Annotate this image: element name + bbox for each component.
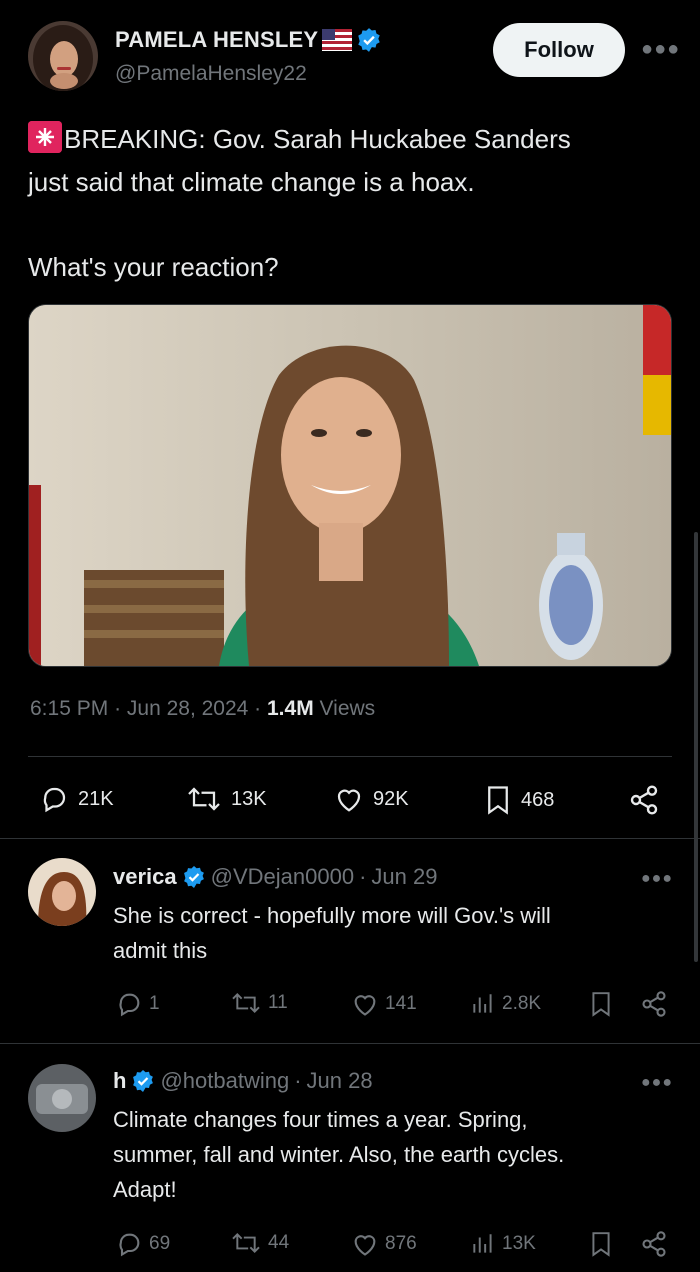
siren-icon [28, 121, 62, 153]
author-avatar[interactable] [28, 21, 98, 91]
like-icon [351, 1230, 379, 1258]
reply-author-name[interactable]: h [113, 1068, 126, 1094]
reply-text-line-2: admit this [113, 938, 208, 963]
reply-icon [115, 1230, 143, 1258]
like-count: 92K [373, 787, 409, 810]
like-button[interactable]: 141 [351, 990, 417, 1018]
tweet-time[interactable]: 6:15 PM [30, 697, 108, 720]
divider [0, 1043, 700, 1044]
views-button[interactable]: 2.8K [470, 990, 541, 1018]
more-icon[interactable]: ●●● [641, 870, 673, 888]
reply-header: verica @VDejan0000 · Jun 29 [113, 864, 438, 890]
reply-button[interactable]: 1 [115, 990, 160, 1018]
like-icon [351, 990, 379, 1018]
divider [28, 756, 672, 757]
reply-header: h @hotbatwing · Jun 28 [113, 1068, 373, 1094]
bookmark-count: 468 [521, 788, 555, 811]
bookmark-button[interactable] [588, 1230, 614, 1258]
views-button[interactable]: 13K [470, 1230, 536, 1258]
reply-icon [115, 990, 143, 1018]
follow-button[interactable]: Follow [493, 23, 625, 77]
reply-icon [38, 784, 70, 814]
views-count: 13K [502, 1233, 536, 1254]
reply-author-handle[interactable]: @hotbatwing [160, 1068, 289, 1094]
share-icon [627, 784, 661, 816]
verified-badge-icon [131, 1069, 155, 1093]
bookmark-icon [483, 784, 513, 816]
tweet-text-line-3: What's your reaction? [28, 252, 279, 282]
author-name-row: PAMELA HENSLEY [115, 27, 382, 53]
reply-text: She is correct - hopefully more will Gov… [113, 898, 673, 968]
reply-date[interactable]: Jun 29 [371, 864, 437, 890]
share-button[interactable] [640, 1230, 668, 1258]
like-icon [333, 784, 365, 814]
reply-avatar[interactable] [28, 858, 96, 926]
reply-count: 1 [149, 993, 160, 1014]
repost-count: 11 [268, 992, 288, 1013]
share-icon [640, 1230, 668, 1258]
views-icon [470, 990, 496, 1018]
views-icon [470, 1230, 496, 1258]
share-button[interactable] [640, 990, 668, 1018]
verified-badge-icon [356, 27, 382, 53]
repost-icon [230, 1230, 262, 1256]
reply-text-line-1: Climate changes four times a year. Sprin… [113, 1107, 528, 1132]
bookmark-icon [588, 1230, 614, 1258]
reply-button[interactable]: 69 [115, 1230, 170, 1258]
repost-count: 13K [231, 787, 267, 810]
reply-author-name[interactable]: verica [113, 864, 177, 890]
tweet-text-line-2: just said that climate change is a hoax. [28, 167, 475, 197]
more-icon[interactable]: ●●● [641, 1074, 673, 1092]
repost-icon [230, 990, 262, 1016]
tweet-text-line-1: BREAKING: Gov. Sarah Huckabee Sanders [28, 118, 668, 161]
like-count: 876 [385, 1233, 417, 1254]
reply-text: Climate changes four times a year. Sprin… [113, 1102, 683, 1207]
repost-count: 44 [268, 1232, 290, 1253]
divider [0, 838, 700, 839]
views-count: 2.8K [502, 993, 542, 1014]
verified-badge-icon [182, 865, 206, 889]
like-button[interactable]: 876 [351, 1230, 417, 1258]
reply-count: 69 [149, 1233, 171, 1254]
like-button[interactable]: 92K [333, 784, 409, 814]
more-icon[interactable]: ●●● [641, 38, 680, 61]
like-count: 141 [385, 993, 417, 1014]
tweet-text: BREAKING: Gov. Sarah Huckabee Sanders ju… [28, 118, 668, 289]
tweet-text-line-1-content: BREAKING: Gov. Sarah Huckabee Sanders [64, 124, 571, 154]
reply-text-line-2: summer, fall and winter. Also, the earth… [113, 1142, 565, 1167]
views-count: 1.4M [267, 697, 314, 720]
reply-text-line-1: She is correct - hopefully more will Gov… [113, 903, 551, 928]
reply-button[interactable]: 21K [38, 784, 114, 814]
reply-author-handle[interactable]: @VDejan0000 [211, 864, 354, 890]
bookmark-icon [588, 990, 614, 1018]
reply-date[interactable]: Jun 28 [307, 1068, 373, 1094]
bookmark-button[interactable]: 468 [483, 784, 554, 816]
flag-us-icon [322, 29, 353, 51]
reply-count: 21K [78, 787, 114, 810]
author-name[interactable]: PAMELA HENSLEY [115, 27, 318, 53]
repost-button[interactable]: 13K [185, 784, 267, 814]
reply-text-line-3: Adapt! [113, 1177, 177, 1202]
bookmark-button[interactable] [588, 990, 614, 1018]
tweet-media-photo[interactable] [28, 304, 672, 667]
share-icon [640, 990, 668, 1018]
scrollbar[interactable] [694, 532, 698, 962]
tweet-meta: 6:15 PM · Jun 28, 2024 · 1.4M Views [30, 697, 376, 720]
repost-button[interactable]: 11 [230, 990, 288, 1016]
views-label: Views [319, 697, 376, 720]
repost-button[interactable]: 44 [230, 1230, 289, 1256]
tweet-date[interactable]: Jun 28, 2024 [127, 697, 248, 720]
reply-avatar[interactable] [28, 1064, 96, 1132]
repost-icon [185, 784, 223, 814]
share-button[interactable] [627, 784, 661, 816]
author-handle[interactable]: @PamelaHensley22 [115, 62, 307, 86]
